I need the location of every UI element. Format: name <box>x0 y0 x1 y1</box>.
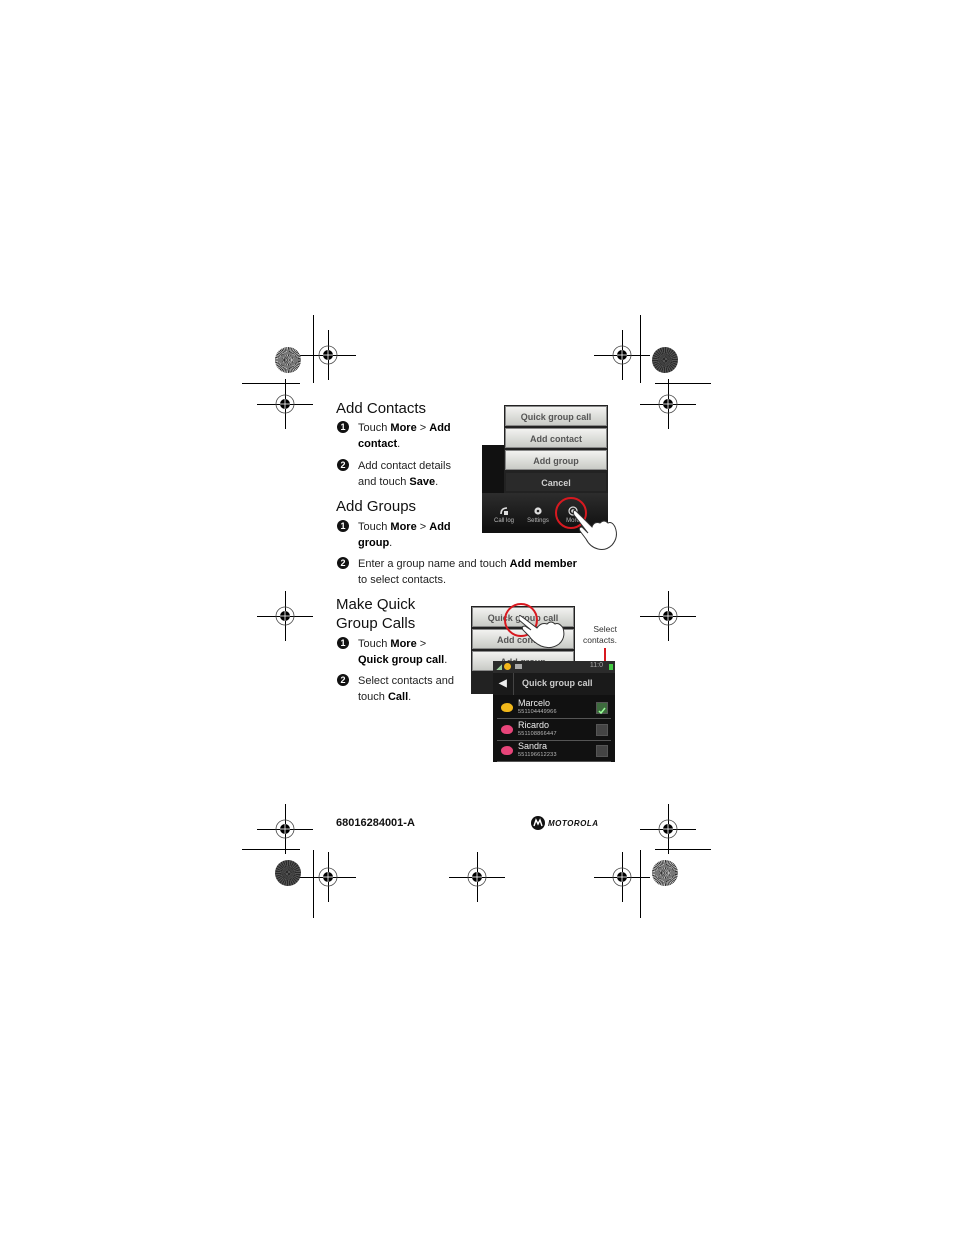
step-text: Touch More > Quick group call. <box>358 636 458 668</box>
step-number-icon: 2 <box>337 557 349 569</box>
instruction-text: Touch <box>358 422 391 434</box>
registration-target-icon <box>274 605 296 627</box>
registration-target-icon <box>611 866 633 888</box>
instruction-text: > <box>416 422 430 434</box>
step-number-icon: 1 <box>337 520 349 532</box>
dock-settings[interactable]: Settings <box>522 506 554 524</box>
brand-name: MOTOROLA <box>548 819 599 828</box>
contact-checkbox[interactable] <box>596 745 608 757</box>
ui-term: More <box>390 638 417 650</box>
contact-name: Ricardo <box>518 719 550 730</box>
contact-checkbox[interactable] <box>596 702 608 715</box>
step-text: Select contacts and touch Call. <box>358 673 463 705</box>
screen-header: ◀ Quick group call <box>493 673 615 695</box>
registration-target-icon <box>317 344 339 366</box>
menu-add-group[interactable]: Add group <box>505 450 607 470</box>
instruction-text: > <box>416 638 427 650</box>
contact-avatar-icon <box>501 746 513 755</box>
ui-term: More <box>390 521 417 533</box>
contact-checkbox[interactable] <box>596 723 608 736</box>
step-text: Touch More > Add group. <box>358 519 468 551</box>
registration-target-icon <box>466 866 488 888</box>
back-arrow-icon[interactable]: ◀ <box>499 678 507 689</box>
instruction-text: . <box>444 654 448 666</box>
step-text: Add contact details and touch Save. <box>358 458 468 490</box>
ui-term: Add member <box>509 558 577 570</box>
instruction-text: . <box>408 691 412 703</box>
ui-term: More <box>390 422 417 434</box>
registration-target-icon <box>657 818 679 840</box>
screenshot-quick-group-call: Quick group call Add contact Add group S… <box>471 603 621 766</box>
registration-target-icon <box>611 344 633 366</box>
battery-icon <box>609 664 613 670</box>
section-title-quick-group-calls: Make Quick Group Calls <box>336 596 416 632</box>
contact-row[interactable]: Marcelo 551104449966 <box>497 697 611 719</box>
rosette-icon <box>275 860 301 886</box>
registration-target-icon <box>317 866 339 888</box>
contact-number: 551104449966 <box>518 709 557 715</box>
step-number-icon: 2 <box>337 674 349 686</box>
contact-number: 551108866447 <box>518 730 557 737</box>
step-text: Touch More > Add contact. <box>358 420 478 452</box>
instruction-text: . <box>435 476 439 488</box>
dock-label: Call log <box>493 518 514 524</box>
message-icon <box>515 664 522 669</box>
dock-label: Settings <box>527 518 549 524</box>
ui-term: Call <box>387 691 409 703</box>
instruction-text: Touch <box>358 638 391 650</box>
signal-icon <box>496 664 502 670</box>
contact-row[interactable]: Sandra 551196612233 <box>497 740 611 762</box>
screenshot-more-menu: Quick group call Add contact Add group C… <box>482 405 622 553</box>
menu-quick-group-call[interactable]: Quick group call <box>505 406 607 426</box>
dock-call-log[interactable]: Call log <box>488 506 520 524</box>
step-number-icon: 1 <box>337 637 349 649</box>
contact-avatar-icon <box>501 703 513 712</box>
pointing-hand-icon <box>519 615 565 649</box>
rosette-icon <box>652 860 678 886</box>
step-number-icon: 1 <box>337 421 349 433</box>
callout-text: Select contacts. <box>582 624 617 645</box>
section-title-add-groups: Add Groups <box>336 498 417 515</box>
section-title-add-contacts: Add Contacts <box>336 400 427 417</box>
registration-target-icon <box>657 605 679 627</box>
screen-title: Quick group call <box>522 678 593 688</box>
registration-target-icon <box>274 818 296 840</box>
notification-icon <box>504 663 511 670</box>
status-time: 11:0 <box>589 662 603 669</box>
call-log-icon <box>500 507 508 515</box>
settings-gear-icon <box>534 507 542 515</box>
registration-target-icon <box>274 393 296 415</box>
instruction-text: Enter a group name and touch <box>358 558 510 570</box>
instruction-text: Touch <box>358 521 391 533</box>
phone-screen: 11:0 ◀ Quick group call Marcelo 551104449… <box>493 661 615 762</box>
rosette-icon <box>652 347 678 373</box>
status-bar: 11:0 <box>493 661 615 673</box>
menu-cancel[interactable]: Cancel <box>505 472 607 492</box>
registration-target-icon <box>657 393 679 415</box>
step-number-icon: 2 <box>337 459 349 471</box>
motorola-logo-icon <box>531 816 545 830</box>
step-text: Enter a group name and touch Add member … <box>358 556 588 588</box>
instruction-text: > <box>416 521 430 533</box>
part-number: 68016284001-A <box>336 817 415 829</box>
ui-term: Save <box>409 476 436 488</box>
instruction-text: to select contacts. <box>358 574 447 586</box>
contact-name: Sandra <box>518 741 548 751</box>
contact-name: Marcelo <box>518 698 551 708</box>
ui-term: Quick group call <box>358 654 445 666</box>
contact-row[interactable]: Ricardo 551108866447 <box>497 719 611 741</box>
menu-add-contact[interactable]: Add contact <box>505 428 607 448</box>
checkmark-icon <box>598 707 606 715</box>
instruction-text: . <box>397 438 401 450</box>
contact-avatar-icon <box>501 724 513 734</box>
rosette-icon <box>275 347 301 373</box>
contact-number: 551196612233 <box>518 752 557 758</box>
pointing-hand-icon <box>572 510 617 550</box>
instruction-text: . <box>389 537 393 549</box>
